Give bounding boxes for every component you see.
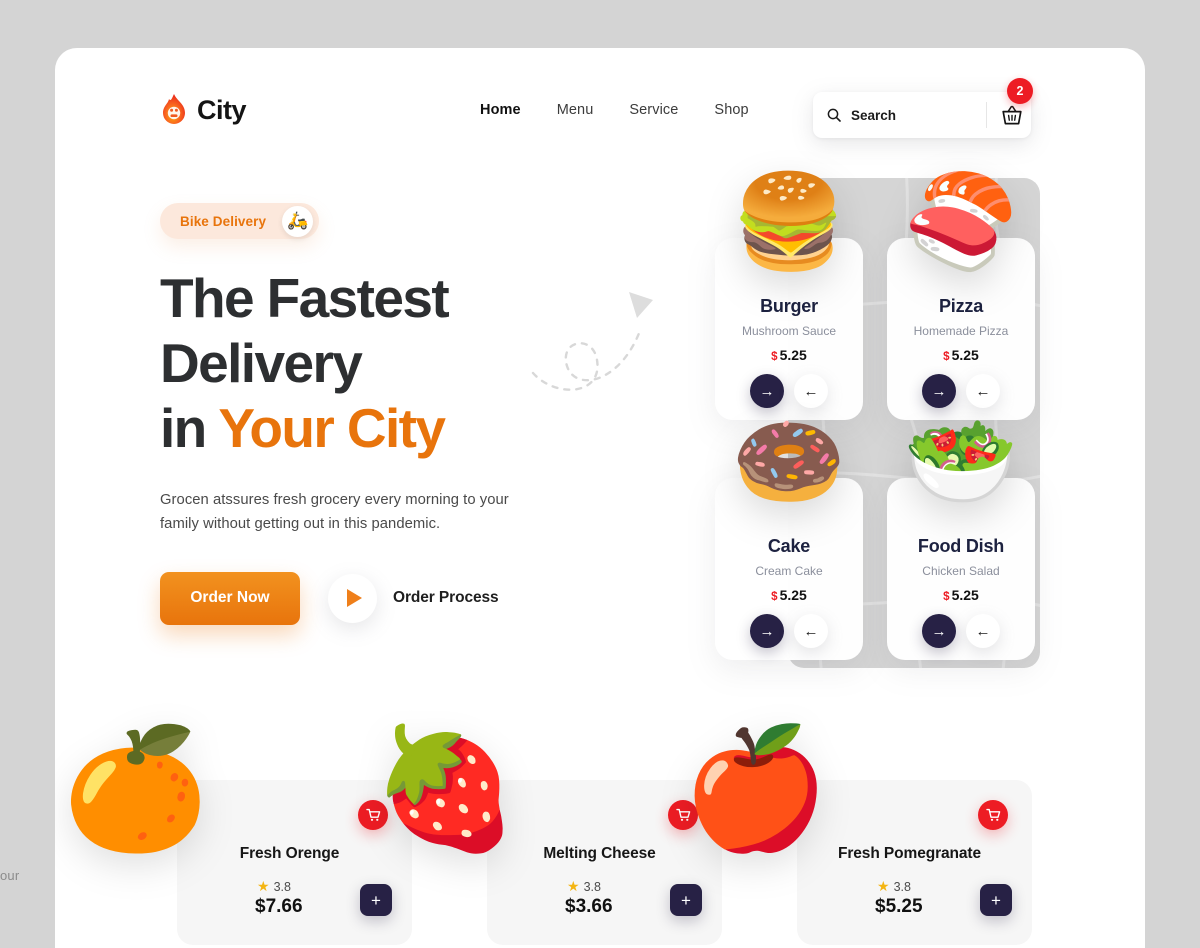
landing-page-card: City Home Menu Service Shop Search 2 Bik… <box>55 48 1145 948</box>
product-title: Fresh Pomegranate <box>837 845 981 862</box>
product-title: Fresh Orenge <box>239 845 340 862</box>
price-value: 5.25 <box>951 587 979 603</box>
bike-delivery-label: Bike Delivery <box>180 213 267 229</box>
price-value: 5.25 <box>779 587 807 603</box>
food-card-pizza[interactable]: 🍣 Pizza Homemade Pizza $5.25 → ← <box>887 176 1035 420</box>
currency-symbol: $ <box>771 591 778 603</box>
rating-value: 3.8 <box>273 879 291 894</box>
search-divider <box>986 102 987 128</box>
product-list: 🍊 Fresh Orenge ★ 3.8 $7.66 + 🍓 Melting C… <box>55 728 1145 948</box>
food-card-actions: → ← <box>887 614 1035 648</box>
hero-section: Bike Delivery 🛵 The Fastest Delivery in … <box>160 203 630 625</box>
price-value: 5.25 <box>951 347 979 363</box>
food-card-actions: → ← <box>887 374 1035 408</box>
arrow-right-icon[interactable]: → <box>750 374 784 408</box>
currency-symbol: $ <box>771 351 778 363</box>
food-card-price: $5.25 <box>715 587 863 603</box>
arrow-left-icon[interactable]: ← <box>966 374 1000 408</box>
product-card-fresh-pomegranate[interactable]: 🍎 Fresh Pomegranate ★ 3.8 $5.25 + <box>682 730 1032 945</box>
food-card-food-dish[interactable]: 🥗 Food Dish Chicken Salad $5.25 → ← <box>887 416 1035 660</box>
headline-line-3-accent: Your City <box>218 396 446 459</box>
food-card-subtitle: Cream Cake <box>755 564 823 578</box>
hero-actions: Order Now Order Process <box>160 571 630 625</box>
order-now-button[interactable]: Order Now <box>160 571 300 625</box>
food-card-subtitle: Mushroom Sauce <box>741 324 837 338</box>
food-card-title: Burger <box>760 296 818 316</box>
site-header: City Home Menu Service Shop Search 2 <box>55 48 1145 168</box>
search-input[interactable] <box>851 107 1001 123</box>
star-icon: ★ <box>567 878 580 894</box>
order-process-label: Order Process <box>393 589 499 607</box>
star-icon: ★ <box>257 878 270 894</box>
rating-value: 3.8 <box>893 879 911 894</box>
food-card-title: Food Dish <box>917 536 1005 556</box>
nav-item-shop[interactable]: Shop <box>714 102 748 118</box>
product-price: $5.25 <box>875 896 923 917</box>
arrow-left-icon[interactable]: ← <box>794 614 828 648</box>
headline-line-3-plain: in <box>160 396 219 459</box>
food-card-price: $5.25 <box>715 347 863 363</box>
food-card-title: Pizza <box>938 296 984 316</box>
cart-count-badge: 2 <box>1007 78 1033 104</box>
food-card-title: Cake <box>767 536 811 556</box>
flame-icon <box>160 93 188 127</box>
price-value: 5.25 <box>779 347 807 363</box>
product-rating: ★ 3.8 <box>567 878 601 895</box>
salad-icon: 🥗 <box>903 411 1019 513</box>
main-navigation: Home Menu Service Shop <box>480 102 749 118</box>
add-to-cart-button[interactable]: + <box>980 884 1012 916</box>
arrow-right-icon[interactable]: → <box>750 614 784 648</box>
currency-symbol: $ <box>943 591 950 603</box>
food-card-subtitle: Chicken Salad <box>922 564 1000 578</box>
star-icon: ★ <box>877 878 890 894</box>
product-price: $7.66 <box>255 896 303 917</box>
page-edge-text-fragment: our <box>0 868 20 883</box>
food-card-cake[interactable]: 🍩 Cake Cream Cake $5.25 → ← <box>715 416 863 660</box>
product-price: $3.66 <box>565 896 613 917</box>
search-icon <box>827 108 841 122</box>
food-card-actions: → ← <box>715 614 863 648</box>
food-card-subtitle: Homemade Pizza <box>913 324 1009 338</box>
arrow-left-icon[interactable]: ← <box>966 614 1000 648</box>
food-card-actions: → ← <box>715 374 863 408</box>
add-to-cart-button[interactable]: + <box>670 884 702 916</box>
food-card-price: $5.25 <box>887 587 1035 603</box>
shopping-cart-icon[interactable] <box>978 800 1008 830</box>
nav-item-menu[interactable]: Menu <box>557 102 594 118</box>
donut-icon: 🍩 <box>731 411 847 513</box>
food-card-price: $5.25 <box>887 347 1035 363</box>
brand-logo[interactable]: City <box>160 93 247 127</box>
food-card-burger[interactable]: 🍔 Burger Mushroom Sauce $5.25 → ← <box>715 176 863 420</box>
burger-icon: 🍔 <box>731 171 847 273</box>
nav-item-home[interactable]: Home <box>480 102 521 118</box>
add-to-cart-button[interactable]: + <box>360 884 392 916</box>
arrow-right-icon[interactable]: → <box>922 614 956 648</box>
order-process-button[interactable]: Order Process <box>328 573 499 623</box>
sushi-icon: 🍣 <box>903 171 1019 273</box>
play-icon <box>328 573 377 623</box>
bike-delivery-badge[interactable]: Bike Delivery 🛵 <box>160 203 320 239</box>
product-title: Melting Cheese <box>543 845 656 862</box>
arrow-left-icon[interactable]: ← <box>794 374 828 408</box>
headline-line-1: The Fastest <box>160 267 450 329</box>
nav-item-service[interactable]: Service <box>629 102 678 118</box>
product-rating: ★ 3.8 <box>877 878 911 895</box>
currency-symbol: $ <box>943 351 950 363</box>
rating-value: 3.8 <box>583 879 601 894</box>
page-title: The Fastest Delivery in Your City <box>160 266 630 461</box>
brand-name: City <box>197 94 247 125</box>
headline-line-2: Delivery <box>160 331 363 394</box>
hero-description: Grocen atssures fresh grocery every morn… <box>160 491 509 532</box>
delivery-scooter-icon: 🛵 <box>282 205 314 237</box>
arrow-right-icon[interactable]: → <box>922 374 956 408</box>
product-rating: ★ 3.8 <box>257 878 291 895</box>
